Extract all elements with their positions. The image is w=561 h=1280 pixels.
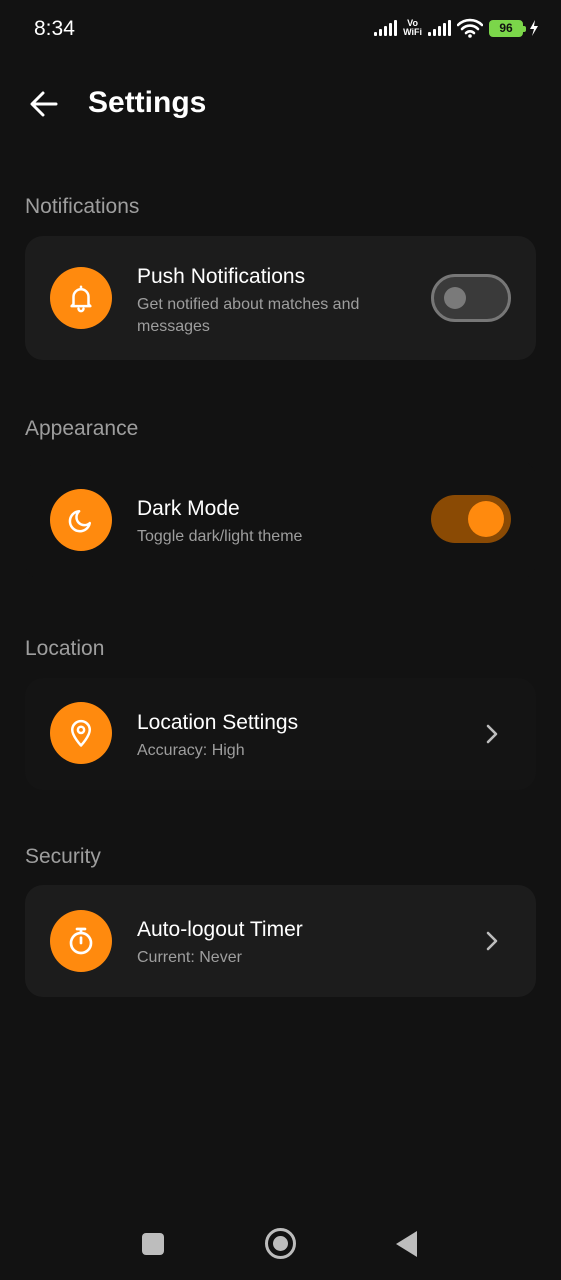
section-title-notifications: Notifications [25, 195, 140, 218]
status-icons: Vo WiFi 96 [374, 18, 539, 38]
toggle-knob [468, 501, 504, 537]
card-auto-logout-timer[interactable]: Auto-logout Timer Current: Never [25, 885, 536, 997]
dark-mode-subtitle: Toggle dark/light theme [137, 528, 303, 545]
push-notifications-subtitle: Get notified about matches and messages [137, 296, 360, 335]
dark-mode-toggle[interactable] [431, 495, 511, 543]
battery-icon: 96 [489, 19, 526, 37]
card-dark-mode[interactable]: Dark Mode Toggle dark/light theme [25, 460, 536, 580]
auto-logout-title: Auto-logout Timer [137, 918, 303, 941]
moon-icon [50, 489, 112, 551]
signal-icon-2 [428, 20, 451, 36]
card-push-notifications[interactable]: Push Notifications Get notified about ma… [25, 236, 536, 360]
map-pin-icon [50, 702, 112, 764]
card-location-settings[interactable]: Location Settings Accuracy: High [25, 678, 536, 790]
charging-icon [530, 20, 538, 36]
vowifi-line2: WiFi [403, 27, 422, 37]
chevron-right-icon [482, 722, 502, 746]
location-settings-title: Location Settings [137, 711, 299, 734]
vowifi-icon: Vo WiFi [403, 19, 422, 37]
toggle-knob [444, 287, 466, 309]
page-title: Settings [88, 86, 207, 119]
back-button[interactable] [26, 86, 62, 122]
status-bar: 8:34 Vo WiFi 96 [0, 0, 561, 60]
system-nav-bar [0, 1210, 561, 1280]
settings-screen: 8:34 Vo WiFi 96 Settings Notifications P… [0, 0, 561, 1280]
push-notifications-toggle[interactable] [431, 274, 511, 322]
push-notifications-title: Push Notifications [137, 265, 306, 288]
home-button[interactable] [265, 1228, 296, 1259]
chevron-right-icon [482, 929, 502, 953]
dark-mode-title: Dark Mode [137, 497, 240, 520]
bell-icon [50, 267, 112, 329]
stopwatch-icon [50, 910, 112, 972]
app-header: Settings [0, 78, 561, 130]
system-back-button[interactable] [396, 1231, 417, 1257]
recents-button[interactable] [142, 1233, 164, 1255]
section-title-security: Security [25, 845, 101, 868]
signal-icon [374, 20, 398, 36]
status-time: 8:34 [34, 17, 75, 40]
auto-logout-subtitle: Current: Never [137, 949, 242, 966]
location-settings-subtitle: Accuracy: High [137, 742, 245, 759]
section-title-appearance: Appearance [25, 417, 139, 440]
section-title-location: Location [25, 637, 105, 660]
wifi-icon [457, 18, 483, 38]
arrow-left-icon [30, 91, 58, 117]
